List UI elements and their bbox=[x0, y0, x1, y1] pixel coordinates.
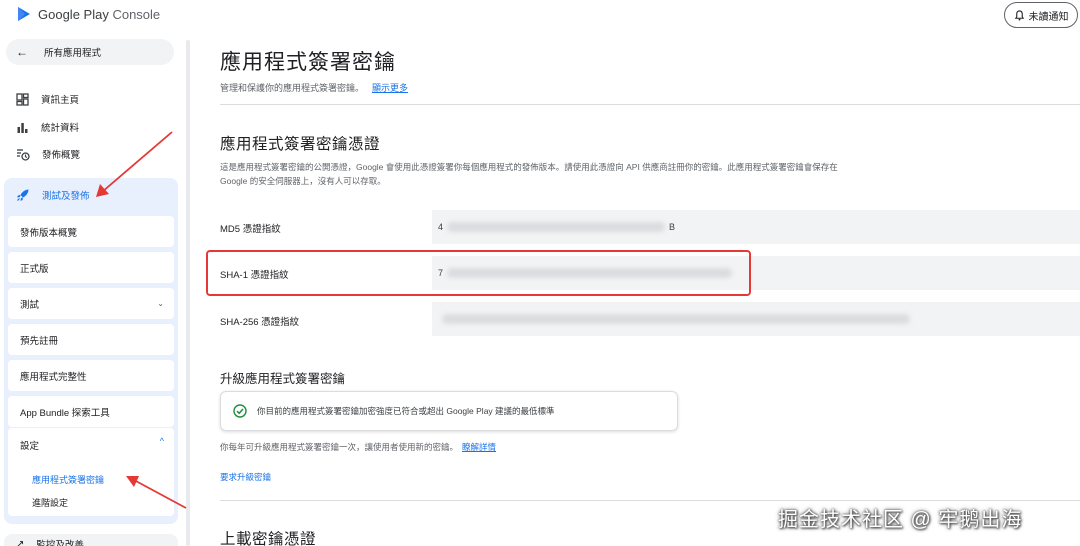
watermark: 掘金技术社区 @ 牢鹅出海 bbox=[778, 509, 1023, 531]
annotation-arrows bbox=[96, 131, 187, 509]
arrow-to-app-signing bbox=[126, 476, 187, 509]
arrow-to-test-release bbox=[96, 131, 173, 197]
app-window: Google Play Console 未讀通知 ← 所有應用程式 資訊主頁 統… bbox=[0, 0, 1080, 546]
